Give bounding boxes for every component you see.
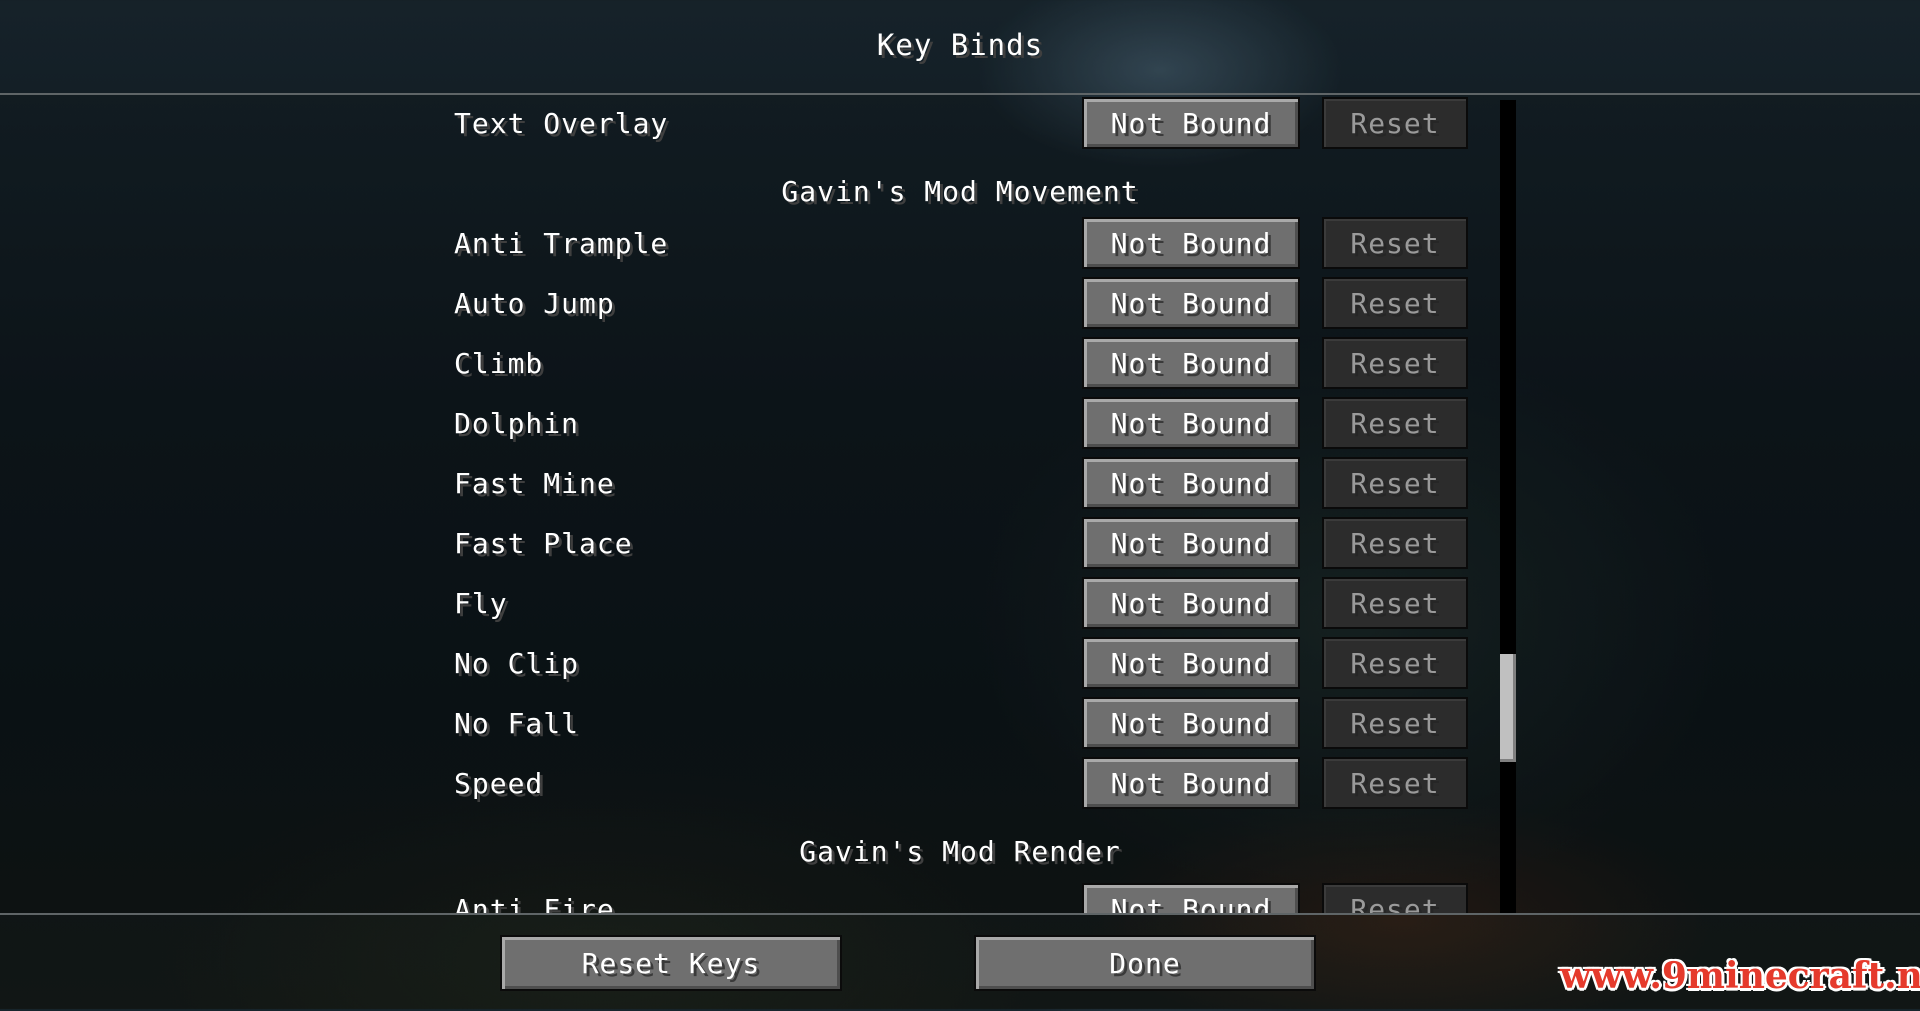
keybind-button[interactable]: Not Bound (1082, 277, 1300, 329)
keybind-row: Auto Jump Not Bound Reset (0, 275, 1920, 331)
keybind-button[interactable]: Not Bound (1082, 457, 1300, 509)
keybind-row: Anti Trample Not Bound Reset (0, 215, 1920, 271)
reset-button[interactable]: Reset (1322, 757, 1468, 809)
reset-button[interactable]: Reset (1322, 883, 1468, 913)
keybind-button[interactable]: Not Bound (1082, 697, 1300, 749)
keybind-button[interactable]: Not Bound (1082, 637, 1300, 689)
reset-button[interactable]: Reset (1322, 97, 1468, 149)
keybind-row: Climb Not Bound Reset (0, 335, 1920, 391)
header-bar: Key Binds (0, 0, 1920, 95)
keybind-label: Fast Place (454, 527, 633, 560)
keybind-label: Fly (454, 587, 508, 620)
keybind-row: No Fall Not Bound Reset (0, 695, 1920, 751)
keybind-label: Climb (454, 347, 544, 380)
keybind-label: No Clip (454, 647, 580, 680)
keybind-button[interactable]: Not Bound (1082, 397, 1300, 449)
keybind-row: Speed Not Bound Reset (0, 755, 1920, 811)
keybind-label: Anti Trample (454, 227, 669, 260)
keybind-button[interactable]: Not Bound (1082, 577, 1300, 629)
reset-button[interactable]: Reset (1322, 217, 1468, 269)
keybind-row: Dolphin Not Bound Reset (0, 395, 1920, 451)
reset-button[interactable]: Reset (1322, 337, 1468, 389)
keybind-label: Dolphin (454, 407, 580, 440)
keybind-label: Fast Mine (454, 467, 615, 500)
keybind-label: Auto Jump (454, 287, 615, 320)
watermark-logo: www.9minecraft.net (1560, 955, 1920, 997)
keybind-row: No Clip Not Bound Reset (0, 635, 1920, 691)
screen-title: Key Binds (876, 28, 1044, 62)
keybind-label: Speed (454, 767, 544, 800)
keybind-button[interactable]: Not Bound (1082, 337, 1300, 389)
reset-button[interactable]: Reset (1322, 577, 1468, 629)
category-header: Gavin's Mod Movement (781, 175, 1139, 208)
reset-keys-button[interactable]: Reset Keys (500, 935, 842, 991)
scrollbar-thumb[interactable] (1500, 654, 1516, 762)
reset-button[interactable]: Reset (1322, 397, 1468, 449)
keybind-button[interactable]: Not Bound (1082, 517, 1300, 569)
keybind-row: Fast Place Not Bound Reset (0, 515, 1920, 571)
keybind-button[interactable]: Not Bound (1082, 217, 1300, 269)
reset-button[interactable]: Reset (1322, 277, 1468, 329)
keybind-label: No Fall (454, 707, 580, 740)
scrollbar-track[interactable] (1500, 100, 1516, 913)
keybind-row: Fast Mine Not Bound Reset (0, 455, 1920, 511)
keybind-button[interactable]: Not Bound (1082, 757, 1300, 809)
keybind-label: Anti Fire (454, 893, 615, 913)
keybind-label: Text Overlay (454, 107, 669, 140)
reset-button[interactable]: Reset (1322, 457, 1468, 509)
keybind-row: Text Overlay Not Bound Reset (0, 95, 1920, 151)
keybind-button[interactable]: Not Bound (1082, 97, 1300, 149)
category-header: Gavin's Mod Render (799, 835, 1121, 868)
keybind-button[interactable]: Not Bound (1082, 883, 1300, 913)
keybind-row: Anti Fire Not Bound Reset (0, 881, 1920, 913)
reset-button[interactable]: Reset (1322, 517, 1468, 569)
reset-button[interactable]: Reset (1322, 637, 1468, 689)
done-button[interactable]: Done (974, 935, 1316, 991)
keybind-list[interactable]: Text Overlay Not Bound Reset Gavin's Mod… (0, 95, 1920, 913)
reset-button[interactable]: Reset (1322, 697, 1468, 749)
keybind-row: Fly Not Bound Reset (0, 575, 1920, 631)
